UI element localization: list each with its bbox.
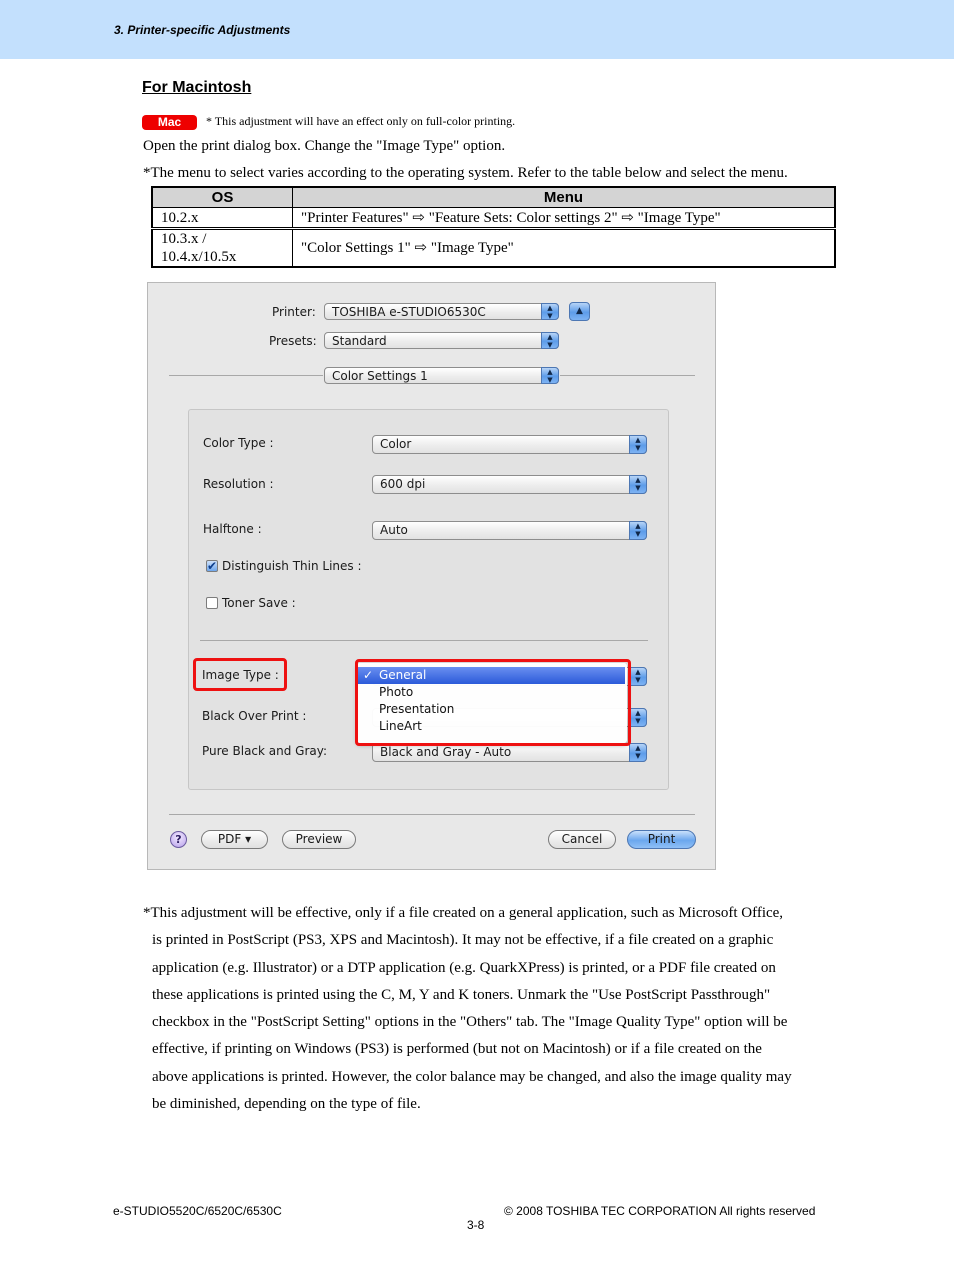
toner-save-label: Toner Save :	[222, 596, 296, 610]
collapse-button[interactable]: ▲	[569, 302, 590, 321]
question-mark-icon: ?	[175, 833, 182, 846]
body-paragraph: *This adjustment will be effective, only…	[143, 900, 843, 1118]
resolution-value: 600 dpi	[380, 477, 426, 491]
paragraph-line: be diminished, depending on the type of …	[152, 1096, 421, 1113]
toner-save-checkbox[interactable]	[206, 597, 218, 609]
print-dialog: Printer: TOSHIBA e-STUDIO6530C ▲ ▼ ▲ Pres…	[147, 282, 716, 870]
updown-arrows-icon: ▲ ▼	[629, 667, 647, 686]
preview-button[interactable]: Preview	[282, 830, 356, 849]
paragraph-line: above applications is printed. However, …	[152, 1068, 792, 1085]
print-button[interactable]: Print	[627, 830, 696, 849]
printer-value: TOSHIBA e-STUDIO6530C	[332, 305, 486, 319]
halftone-label: Halftone :	[203, 522, 262, 536]
os-menu-table: OS Menu 10.2.x "Printer Features" ⇨ "Fea…	[151, 186, 836, 268]
menu-cell: "Printer Features" ⇨ "Feature Sets: Colo…	[292, 207, 836, 229]
updown-arrows-icon: ▲ ▼	[541, 367, 559, 384]
os-cell: 10.3.x / 10.4.x/10.5x	[151, 227, 293, 268]
instruction-text: Open the print dialog box. Change the "I…	[143, 138, 506, 154]
triangle-up-icon: ▲	[576, 306, 583, 316]
page-number: 3-8	[467, 1218, 485, 1232]
paragraph-line: these applications is printed using the …	[152, 986, 771, 1003]
color-type-value: Color	[380, 437, 412, 451]
presets-select[interactable]: Standard ▲ ▼	[324, 332, 559, 349]
mac-badge: Mac	[142, 115, 197, 130]
presets-label: Presets:	[269, 334, 317, 348]
presets-value: Standard	[332, 334, 387, 348]
paragraph-line: effective, if printing on Windows (PS3) …	[152, 1041, 762, 1058]
paragraph-line: application (e.g. Illustrator) or a DTP …	[152, 959, 776, 976]
image-type-menu-highlight	[355, 659, 631, 746]
cancel-button[interactable]: Cancel	[548, 830, 616, 849]
paragraph-line: is printed in PostScript (PS3, XPS and M…	[152, 932, 774, 949]
table-header-row: OS Menu	[151, 186, 836, 208]
updown-arrows-icon: ▲ ▼	[629, 435, 647, 454]
divider	[169, 375, 323, 376]
badge-note: * This adjustment will have an effect on…	[206, 114, 516, 128]
divider	[169, 814, 695, 815]
paragraph-line: checkbox in the "PostScript Setting" opt…	[152, 1014, 788, 1031]
printer-label: Printer:	[272, 305, 316, 319]
divider	[560, 375, 695, 376]
resolution-label: Resolution :	[203, 477, 274, 491]
chapter-title: 3. Printer-specific Adjustments	[114, 23, 291, 37]
os-cell: 10.2.x	[151, 207, 293, 229]
updown-arrows-icon: ▲ ▼	[629, 521, 647, 540]
help-button[interactable]: ?	[170, 831, 187, 848]
pdf-button[interactable]: PDF ▾	[201, 830, 268, 849]
color-type-select[interactable]: Color ▲ ▼	[372, 435, 647, 454]
paragraph-line: *This adjustment will be effective, only…	[143, 905, 784, 921]
printer-select[interactable]: TOSHIBA e-STUDIO6530C ▲ ▼	[324, 303, 559, 320]
table-note: *The menu to select varies according to …	[143, 165, 788, 181]
pure-black-label: Pure Black and Gray:	[202, 744, 328, 758]
black-over-print-label: Black Over Print :	[202, 709, 307, 723]
thin-lines-checkbox[interactable]: ✔	[206, 560, 218, 572]
updown-arrows-icon: ▲ ▼	[629, 743, 647, 762]
divider	[200, 640, 648, 641]
checkmark-icon: ✔	[207, 559, 218, 573]
updown-arrows-icon: ▲ ▼	[541, 303, 559, 320]
halftone-value: Auto	[380, 523, 408, 537]
menu-cell: "Color Settings 1" ⇨ "Image Type"	[292, 227, 836, 268]
header-os: OS	[151, 186, 293, 208]
image-type-label-highlight	[193, 658, 287, 691]
updown-arrows-icon: ▲ ▼	[629, 475, 647, 494]
panel-value: Color Settings 1	[332, 369, 428, 383]
header-menu: Menu	[292, 186, 836, 208]
table-row: 10.3.x / 10.4.x/10.5x "Color Settings 1"…	[151, 227, 836, 268]
table-row: 10.2.x "Printer Features" ⇨ "Feature Set…	[151, 207, 836, 229]
panel-select[interactable]: Color Settings 1 ▲ ▼	[324, 367, 559, 384]
resolution-select[interactable]: 600 dpi ▲ ▼	[372, 475, 647, 494]
footer-copyright: © 2008 TOSHIBA TEC CORPORATION All right…	[504, 1204, 816, 1218]
updown-arrows-icon: ▲ ▼	[629, 708, 647, 727]
updown-arrows-icon: ▲ ▼	[541, 332, 559, 349]
footer-model: e-STUDIO5520C/6520C/6530C	[113, 1204, 282, 1218]
color-type-label: Color Type :	[203, 436, 274, 450]
thin-lines-label: Distinguish Thin Lines :	[222, 559, 362, 573]
pure-black-value: Black and Gray - Auto	[380, 745, 512, 759]
halftone-select[interactable]: Auto ▲ ▼	[372, 521, 647, 540]
section-title: For Macintosh	[142, 79, 252, 96]
